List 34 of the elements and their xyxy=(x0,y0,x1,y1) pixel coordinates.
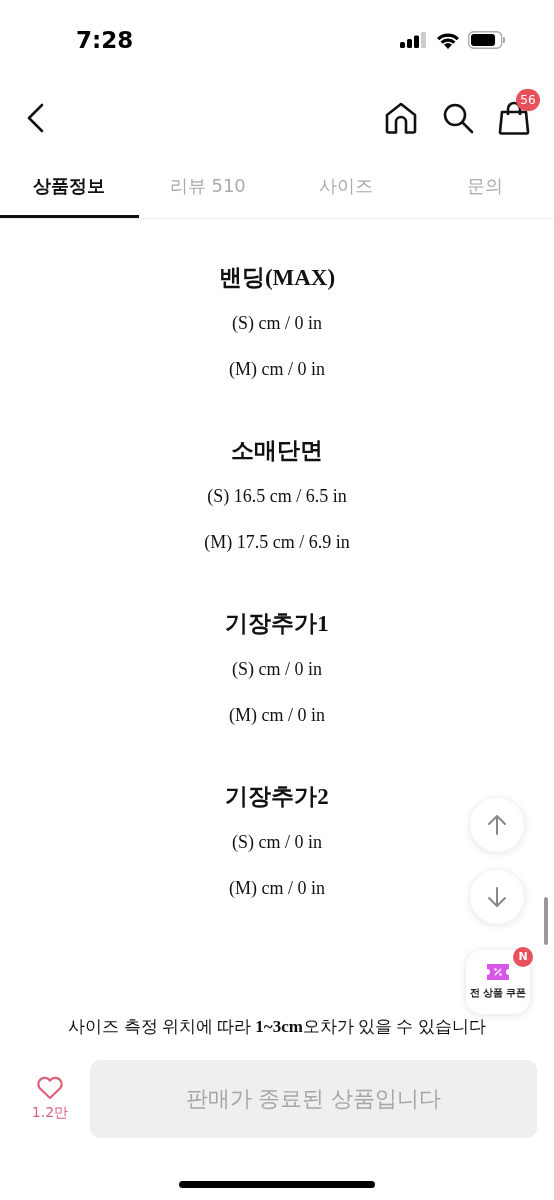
tab[interactable]: 문의 xyxy=(415,156,554,218)
cart-count-badge: 56 xyxy=(516,89,540,111)
section-title: 밴딩(MAX) xyxy=(218,264,336,292)
size-line: (S) cm / 0 in xyxy=(232,831,322,854)
home-icon[interactable] xyxy=(384,102,418,134)
size-note: 사이즈 측정 위치에 따라 1~3cm오차가 있을 수 있습니다 xyxy=(68,1016,486,1038)
size-line: (S) 16.5 cm / 6.5 in xyxy=(207,485,347,508)
scroll-up-button[interactable] xyxy=(470,798,524,852)
back-icon[interactable] xyxy=(26,103,44,133)
size-line: (M) cm / 0 in xyxy=(229,704,325,727)
tab[interactable]: 리뷰 510 xyxy=(138,156,277,218)
section-title: 기장추가1 xyxy=(225,610,329,638)
battery-icon xyxy=(468,31,506,49)
heart-icon[interactable] xyxy=(36,1076,64,1100)
size-line: (S) cm / 0 in xyxy=(232,312,322,335)
section-title: 기장추가2 xyxy=(225,783,329,811)
search-icon[interactable] xyxy=(442,102,474,134)
size-line: (M) cm / 0 in xyxy=(229,877,325,900)
coupon-icon xyxy=(487,964,509,980)
tab[interactable]: 상품정보 xyxy=(0,156,139,218)
down-arrow-icon xyxy=(486,886,508,908)
section-title: 소매단면 xyxy=(231,437,323,465)
scrollbar xyxy=(544,897,548,945)
tab[interactable]: 사이즈 xyxy=(277,156,416,218)
wifi-icon xyxy=(436,31,460,49)
like-count: 1.2만 xyxy=(31,1104,69,1122)
status-time: 7:28 xyxy=(76,27,134,53)
size-line: (M) 17.5 cm / 6.9 in xyxy=(204,531,350,554)
new-badge: N xyxy=(513,947,533,967)
signal-icon xyxy=(400,32,428,48)
size-line: (S) cm / 0 in xyxy=(232,658,322,681)
size-line: (M) cm / 0 in xyxy=(229,358,325,381)
scroll-down-button[interactable] xyxy=(470,870,524,924)
up-arrow-icon xyxy=(486,814,508,836)
